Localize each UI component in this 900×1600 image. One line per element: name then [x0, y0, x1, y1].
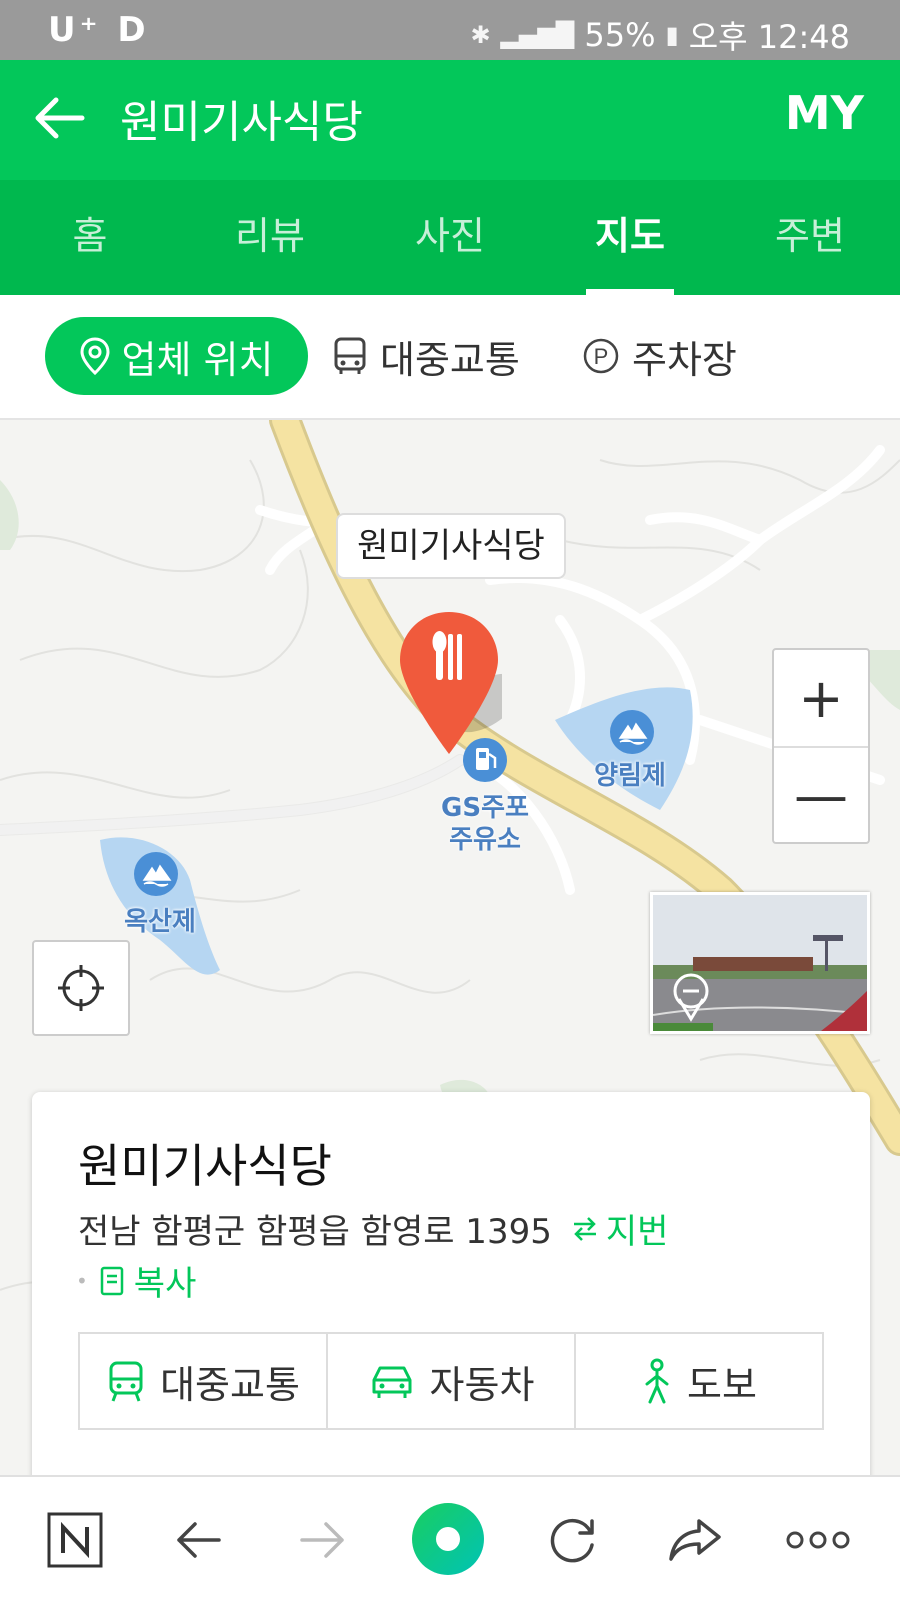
business-location-button[interactable]: 업체 위치	[45, 317, 308, 395]
naver-home-button[interactable]	[40, 1505, 110, 1575]
battery-icon: ▮	[665, 21, 679, 49]
naver-n-icon	[47, 1512, 103, 1568]
road-address: 전남 함평군 함평읍 함영로 1395	[78, 1212, 552, 1252]
place-name: 원미기사식당	[78, 1139, 332, 1193]
gas-station-label: GS주포 주유소	[441, 793, 529, 855]
document-icon	[100, 1266, 124, 1295]
business-location-label: 업체 위치	[121, 337, 274, 382]
copy-label: 복사	[133, 1264, 197, 1304]
location-pin-icon	[80, 337, 110, 375]
map-mode-selector: 업체 위치 대중교통 P 주차장	[0, 295, 900, 420]
tab-home[interactable]: 홈	[0, 180, 180, 295]
signal-icon: ▂▄▆█	[500, 21, 575, 49]
share-button[interactable]	[660, 1505, 730, 1575]
tab-map[interactable]: 지도	[540, 180, 720, 295]
bus-icon	[109, 1361, 143, 1402]
route-car-label: 자동차	[429, 1362, 535, 1407]
browser-forward-button[interactable]	[288, 1505, 358, 1575]
status-right: ✱ ▂▄▆█ 55% ▮ 오후 12:48	[470, 12, 850, 58]
tab-bar: 홈 리뷰 사진 지도 주변	[0, 180, 900, 295]
route-transit-button[interactable]: 대중교통	[80, 1334, 326, 1428]
more-dots-icon	[786, 1531, 850, 1549]
zoom-in-button[interactable]: +	[774, 650, 868, 746]
crosshair-icon	[58, 965, 104, 1011]
car-icon	[372, 1366, 412, 1398]
tab-photo[interactable]: 사진	[360, 180, 540, 295]
swap-icon	[573, 1216, 596, 1241]
bus-icon	[334, 337, 366, 374]
zoom-out-button[interactable]: —	[774, 746, 868, 842]
lot-number-label: 지번	[605, 1212, 669, 1252]
yanglim-reservoir-label: 양림제	[594, 761, 666, 791]
route-transit-label: 대중교통	[160, 1362, 300, 1407]
browser-back-button[interactable]	[163, 1505, 233, 1575]
zoom-controls: + —	[772, 648, 870, 844]
copy-address-button[interactable]: 복사	[98, 1256, 197, 1305]
restaurant-pin-icon[interactable]	[396, 608, 502, 758]
route-options: 대중교통 자동차 도보	[78, 1332, 824, 1430]
lot-number-toggle[interactable]: 지번	[570, 1204, 669, 1253]
forward-arrow-icon	[300, 1522, 344, 1558]
address-row: 전남 함평군 함평읍 함영로 1395 지번	[78, 1204, 668, 1253]
clock: 오후 12:48	[688, 18, 850, 56]
parking-filter-label: 주차장	[632, 337, 737, 382]
bluetooth-icon: ✱	[470, 21, 491, 49]
oksan-reservoir-label: 옥산제	[124, 907, 196, 937]
place-info-card: 원미기사식당 전남 함평군 함평읍 함영로 1395 지번 • 복사 대중교통 …	[32, 1092, 870, 1512]
route-car-button[interactable]: 자동차	[326, 1334, 574, 1428]
copy-row: • 복사	[76, 1256, 196, 1305]
status-bar: U⁺ D ✱ ▂▄▆█ 55% ▮ 오후 12:48	[0, 0, 900, 60]
refresh-button[interactable]	[538, 1505, 608, 1575]
walking-person-icon	[645, 1358, 669, 1404]
battery-level: 55%	[584, 16, 656, 54]
street-view-thumbnail[interactable]	[650, 892, 870, 1034]
green-dot-button[interactable]	[408, 1499, 488, 1579]
refresh-icon	[550, 1518, 594, 1563]
green-dot-icon	[412, 1503, 484, 1575]
back-arrow-icon	[177, 1522, 221, 1558]
route-walk-button[interactable]: 도보	[574, 1334, 822, 1428]
place-callout[interactable]: 원미기사식당	[336, 513, 566, 579]
carrier-label: U⁺ D	[48, 10, 150, 50]
route-walk-label: 도보	[687, 1362, 757, 1407]
tab-nearby[interactable]: 주변	[720, 180, 900, 295]
transit-filter-button[interactable]: 대중교통	[332, 317, 520, 395]
my-button[interactable]: MY	[785, 86, 864, 140]
parking-filter-button[interactable]: P 주차장	[582, 317, 737, 395]
my-location-button[interactable]	[32, 940, 130, 1036]
street-view-image	[653, 895, 867, 1031]
tab-review[interactable]: 리뷰	[180, 180, 360, 295]
share-arrow-icon	[669, 1519, 721, 1561]
svg-text:P: P	[594, 344, 609, 369]
more-button[interactable]	[778, 1505, 858, 1575]
separator-dot: •	[76, 1268, 88, 1293]
transit-filter-label: 대중교통	[380, 337, 520, 382]
back-arrow-icon[interactable]	[30, 88, 90, 148]
page-title: 원미기사식당	[120, 97, 363, 148]
app-header: 원미기사식당 MY	[0, 60, 900, 180]
parking-icon: P	[583, 338, 619, 374]
browser-toolbar	[0, 1475, 900, 1600]
